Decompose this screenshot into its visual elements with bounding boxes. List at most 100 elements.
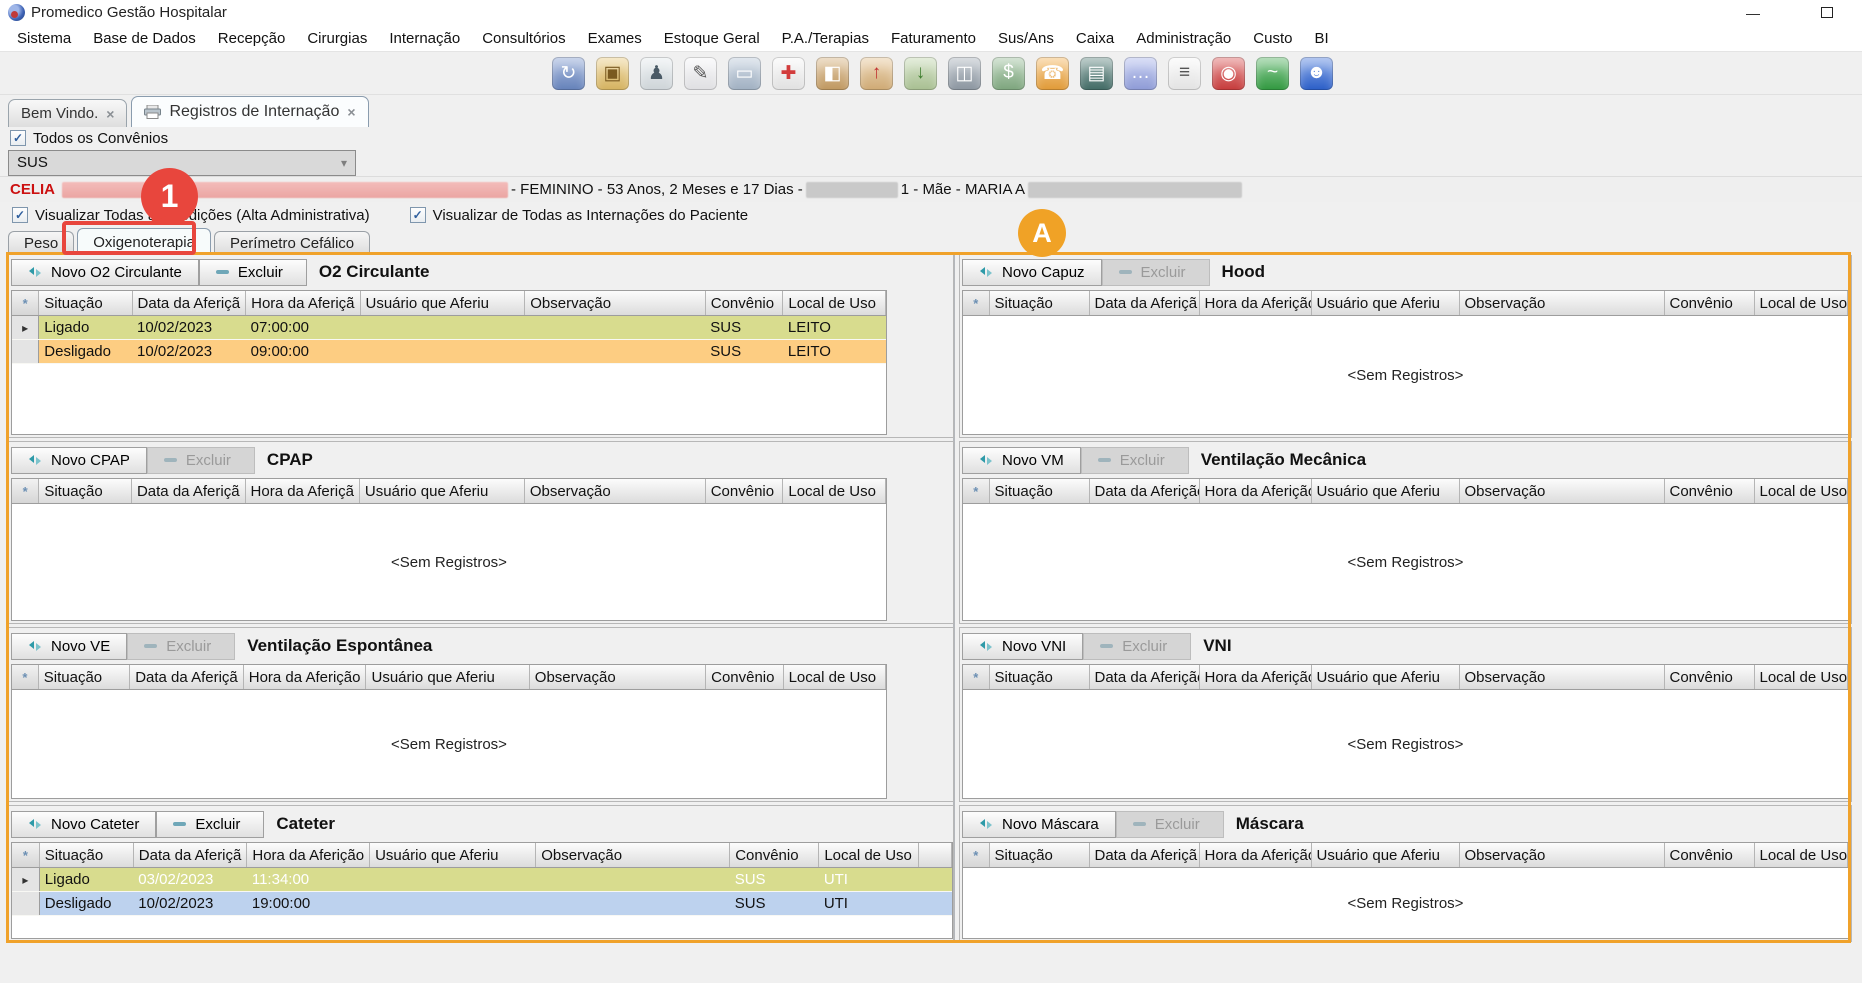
vni-new-button[interactable]: Novo VNI: [962, 633, 1083, 660]
menu-bi[interactable]: BI: [1303, 27, 1339, 50]
doctor-icon[interactable]: ♟: [640, 57, 673, 90]
hospital-bed-icon[interactable]: ▭: [728, 57, 761, 90]
user-refresh-icon[interactable]: ↻: [552, 57, 585, 90]
selected-row-indicator[interactable]: ▸: [12, 868, 39, 892]
cell[interactable]: [536, 892, 730, 916]
tab-registros-de-internacao[interactable]: Registros de Internação ×: [131, 96, 368, 127]
chat-icon[interactable]: …: [1124, 57, 1157, 90]
mascara-delete-button[interactable]: Excluir: [1116, 811, 1224, 838]
cell[interactable]: [370, 868, 536, 892]
vm-delete-button[interactable]: Excluir: [1081, 447, 1189, 474]
menu-base-de-dados[interactable]: Base de Dados: [82, 27, 207, 50]
menu-p-a-terapias[interactable]: P.A./Terapias: [771, 27, 880, 50]
cell[interactable]: UTI: [819, 892, 919, 916]
menu-caixa[interactable]: Caixa: [1065, 27, 1125, 50]
restore-icon[interactable]: [1812, 2, 1842, 24]
minimize-icon[interactable]: —: [1738, 2, 1768, 24]
menu-estoque-geral[interactable]: Estoque Geral: [653, 27, 771, 50]
contacts-book-icon[interactable]: ☻: [1300, 57, 1333, 90]
vitals-book-icon[interactable]: ~: [1256, 57, 1289, 90]
billing-calculator-icon[interactable]: $: [992, 57, 1025, 90]
visualizar-internacoes-checkbox[interactable]: ✓: [410, 207, 426, 223]
stock-entry-icon[interactable]: ↑: [860, 57, 893, 90]
selected-row-indicator[interactable]: ▸: [12, 316, 39, 340]
power-icon[interactable]: ◉: [1212, 57, 1245, 90]
cell[interactable]: 10/02/2023: [132, 316, 246, 340]
cell[interactable]: SUS: [730, 868, 819, 892]
menu-administracao[interactable]: Administração: [1125, 27, 1242, 50]
close-icon[interactable]: ×: [106, 106, 114, 122]
cell[interactable]: 07:00:00: [246, 316, 360, 340]
ambulance-icon[interactable]: ✚: [772, 57, 805, 90]
cell[interactable]: 10/02/2023: [133, 892, 247, 916]
cpap-delete-button[interactable]: Excluir: [147, 447, 255, 474]
todos-convenios-checkbox[interactable]: ✓: [10, 130, 26, 146]
table-row[interactable]: ▸Ligado10/02/202307:00:00 SUSLEITO: [12, 316, 886, 340]
cell[interactable]: SUS: [705, 316, 783, 340]
subtab-perimetro-cefalico[interactable]: Perímetro Cefálico: [214, 231, 370, 255]
hood-new-button[interactable]: Novo Capuz: [962, 259, 1102, 286]
phonebook-icon[interactable]: ☎: [1036, 57, 1069, 90]
menu-recepcao[interactable]: Recepção: [207, 27, 297, 50]
cell[interactable]: [525, 316, 706, 340]
table-row[interactable]: Desligado10/02/202319:00:00 SUSUTI: [12, 892, 952, 916]
hood-delete-button[interactable]: Excluir: [1102, 259, 1210, 286]
row-selector-cell[interactable]: [12, 340, 39, 364]
table-row[interactable]: ▸Ligado03/02/202311:34:00 SUSUTI: [12, 868, 952, 892]
cell[interactable]: [525, 340, 706, 364]
cpap-new-button[interactable]: Novo CPAP: [11, 447, 147, 474]
menu-exames[interactable]: Exames: [577, 27, 653, 50]
vni-delete-button[interactable]: Excluir: [1083, 633, 1191, 660]
safe-icon[interactable]: ◫: [948, 57, 981, 90]
ve-new-button[interactable]: Novo VE: [11, 633, 127, 660]
menu-sus-ans[interactable]: Sus/Ans: [987, 27, 1065, 50]
ledger-book-icon[interactable]: ▤: [1080, 57, 1113, 90]
prescription-icon[interactable]: ✎: [684, 57, 717, 90]
subtab-peso[interactable]: Peso: [8, 231, 74, 255]
vm-new-button[interactable]: Novo VM: [962, 447, 1081, 474]
menu-sistema[interactable]: Sistema: [6, 27, 82, 50]
convenio-select[interactable]: SUS ▾: [8, 150, 356, 176]
subtab-oxigenoterapia[interactable]: Oxigenoterapia: [77, 228, 211, 255]
cell[interactable]: Ligado: [39, 868, 133, 892]
supplies-box-icon[interactable]: ◧: [816, 57, 849, 90]
cell[interactable]: LEITO: [783, 340, 886, 364]
cell[interactable]: [536, 868, 730, 892]
cateter-delete-button[interactable]: Excluir: [156, 811, 264, 838]
cell[interactable]: [919, 892, 952, 916]
cell[interactable]: LEITO: [783, 316, 886, 340]
cell[interactable]: 09:00:00: [246, 340, 360, 364]
cell[interactable]: [360, 316, 525, 340]
menu-internacao[interactable]: Internação: [378, 27, 471, 50]
cell[interactable]: 19:00:00: [247, 892, 370, 916]
cateter-new-button[interactable]: Novo Cateter: [11, 811, 156, 838]
cell[interactable]: Desligado: [39, 340, 132, 364]
cell[interactable]: [919, 868, 952, 892]
menu-consultorios[interactable]: Consultórios: [471, 27, 576, 50]
menu-faturamento[interactable]: Faturamento: [880, 27, 987, 50]
menu-cirurgias[interactable]: Cirurgias: [296, 27, 378, 50]
patients-folder-icon[interactable]: ▣: [596, 57, 629, 90]
cell[interactable]: SUS: [730, 892, 819, 916]
o2-delete-button[interactable]: Excluir: [199, 259, 307, 286]
money-receive-icon[interactable]: ↓: [904, 57, 937, 90]
cell[interactable]: 03/02/2023: [133, 868, 247, 892]
cell[interactable]: [370, 892, 536, 916]
close-icon[interactable]: ×: [347, 104, 355, 120]
cell[interactable]: 11:34:00: [247, 868, 370, 892]
mascara-new-button[interactable]: Novo Máscara: [962, 811, 1116, 838]
cell[interactable]: Ligado: [39, 316, 132, 340]
o2-new-button[interactable]: Novo O2 Circulante: [11, 259, 199, 286]
cell[interactable]: SUS: [705, 340, 783, 364]
ve-delete-button[interactable]: Excluir: [127, 633, 235, 660]
tab-bem-vindo[interactable]: Bem Vindo. ×: [8, 99, 127, 127]
cell[interactable]: Desligado: [39, 892, 133, 916]
cell[interactable]: UTI: [819, 868, 919, 892]
menu-custo[interactable]: Custo: [1242, 27, 1303, 50]
row-selector-cell[interactable]: [12, 892, 39, 916]
table-row[interactable]: Desligado10/02/202309:00:00 SUSLEITO: [12, 340, 886, 364]
invoice-icon[interactable]: ≡: [1168, 57, 1201, 90]
cell[interactable]: 10/02/2023: [132, 340, 246, 364]
cell[interactable]: [360, 340, 525, 364]
visualizar-medicoes-checkbox[interactable]: ✓: [12, 207, 28, 223]
